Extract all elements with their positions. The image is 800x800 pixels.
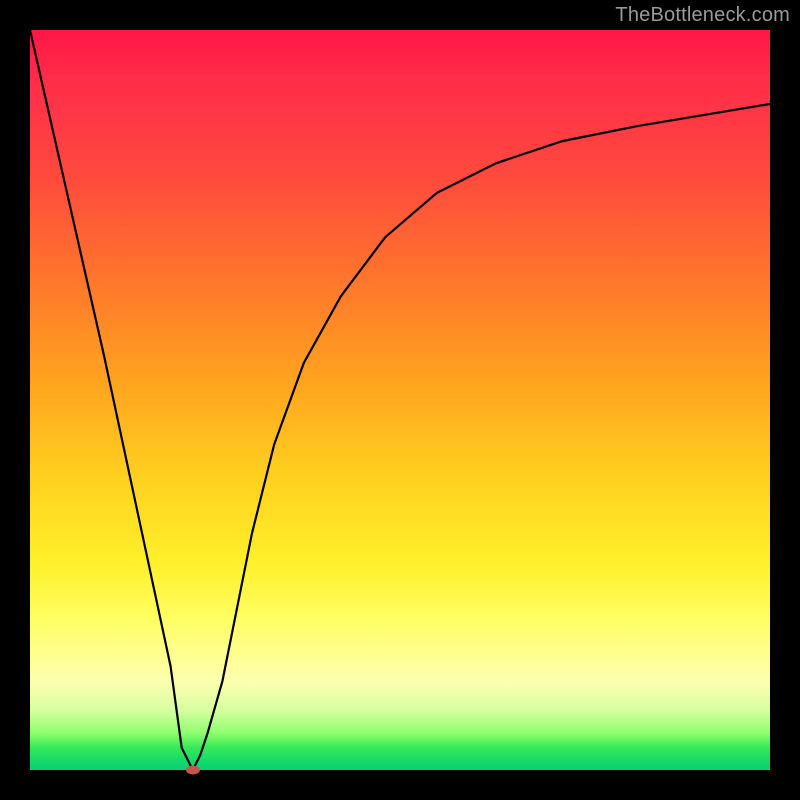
attribution-text: TheBottleneck.com bbox=[615, 4, 790, 27]
curve-line bbox=[30, 30, 770, 770]
bottleneck-marker bbox=[186, 766, 200, 775]
chart-frame: TheBottleneck.com bbox=[0, 0, 800, 800]
chart-plot-area bbox=[30, 30, 770, 770]
